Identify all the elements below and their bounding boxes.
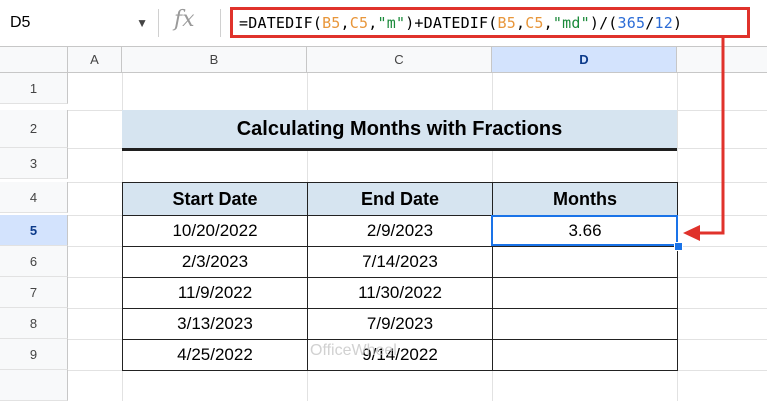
callout-arrow-icon [683, 38, 725, 241]
